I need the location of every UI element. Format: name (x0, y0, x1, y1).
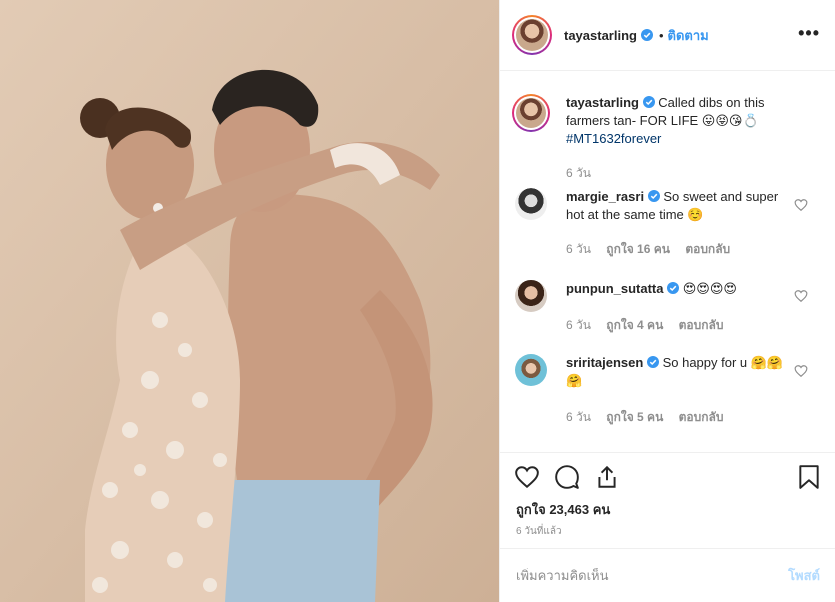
author-avatar[interactable] (512, 15, 552, 55)
comment-username[interactable]: margie_rasri (566, 189, 644, 204)
verified-badge-icon (642, 96, 655, 108)
comment-like-heart-icon[interactable] (794, 198, 808, 212)
post-actions: ถูกใจ 23,463 คน 6 วันที่แล้ว (500, 452, 835, 548)
comment-username[interactable]: sriritajensen (566, 355, 643, 370)
likes-count[interactable]: ถูกใจ 23,463 คน (516, 499, 610, 520)
commenter-avatar[interactable] (515, 280, 547, 312)
comment-meta: 6 วัน ถูกใจ 5 คน ตอบกลับ (566, 408, 736, 427)
reply-button[interactable]: ตอบกลับ (679, 318, 724, 332)
comment-like-heart-icon[interactable] (794, 289, 808, 303)
verified-badge-icon (667, 282, 680, 294)
verified-badge-icon (647, 190, 660, 202)
reply-button[interactable]: ตอบกลับ (679, 410, 724, 424)
bookmark-icon[interactable] (796, 464, 822, 490)
commenter-avatar[interactable] (515, 188, 547, 220)
post-timestamp[interactable]: 6 วันที่แล้ว (516, 524, 562, 539)
follow-button[interactable]: ติดตาม (668, 25, 709, 46)
post-photo[interactable] (0, 0, 499, 602)
caption-time[interactable]: 6 วัน (566, 166, 591, 180)
comment-time[interactable]: 6 วัน (566, 318, 591, 332)
comment-meta: 6 วัน ถูกใจ 4 คน ตอบกลับ (566, 316, 736, 335)
verified-badge-icon (640, 29, 653, 41)
reply-button[interactable]: ตอบกลับ (685, 242, 730, 256)
post-comment-button[interactable]: โพสต์ (788, 565, 820, 586)
comments-list: tayastarling Called dibs on this farmers… (500, 72, 835, 452)
comment-likes[interactable]: ถูกใจ 5 คน (606, 410, 663, 424)
comment-icon[interactable] (554, 464, 580, 490)
caption-hashtag[interactable]: #MT1632forever (566, 131, 661, 146)
add-comment-bar: โพสต์ (500, 548, 835, 602)
comment-username[interactable]: punpun_sutatta (566, 281, 664, 296)
caption-avatar[interactable] (512, 94, 550, 132)
comment-time[interactable]: 6 วัน (566, 410, 591, 424)
comment-likes[interactable]: ถูกใจ 4 คน (606, 318, 663, 332)
photo-illustration (0, 0, 499, 602)
author-username[interactable]: tayastarling (564, 28, 637, 43)
caption-username[interactable]: tayastarling (566, 95, 639, 110)
comment-like-heart-icon[interactable] (794, 364, 808, 378)
heart-icon[interactable] (514, 464, 540, 490)
separator-dot: • (658, 27, 664, 43)
comment-text: 😍😍😍😍 (682, 281, 737, 296)
comment-likes[interactable]: ถูกใจ 16 คน (606, 242, 670, 256)
comment-input[interactable] (516, 568, 789, 583)
commenter-avatar[interactable] (515, 354, 547, 386)
comment-time[interactable]: 6 วัน (566, 242, 591, 256)
post-side-panel: tayastarling • ติดตาม ••• tayastarling C… (499, 0, 835, 602)
caption-meta: 6 วัน (566, 164, 603, 183)
post-header: tayastarling • ติดตาม ••• (500, 0, 835, 71)
more-options-icon[interactable]: ••• (798, 24, 820, 42)
verified-badge-icon (646, 356, 659, 368)
share-icon[interactable] (594, 464, 620, 490)
comment-meta: 6 วัน ถูกใจ 16 คน ตอบกลับ (566, 240, 742, 259)
